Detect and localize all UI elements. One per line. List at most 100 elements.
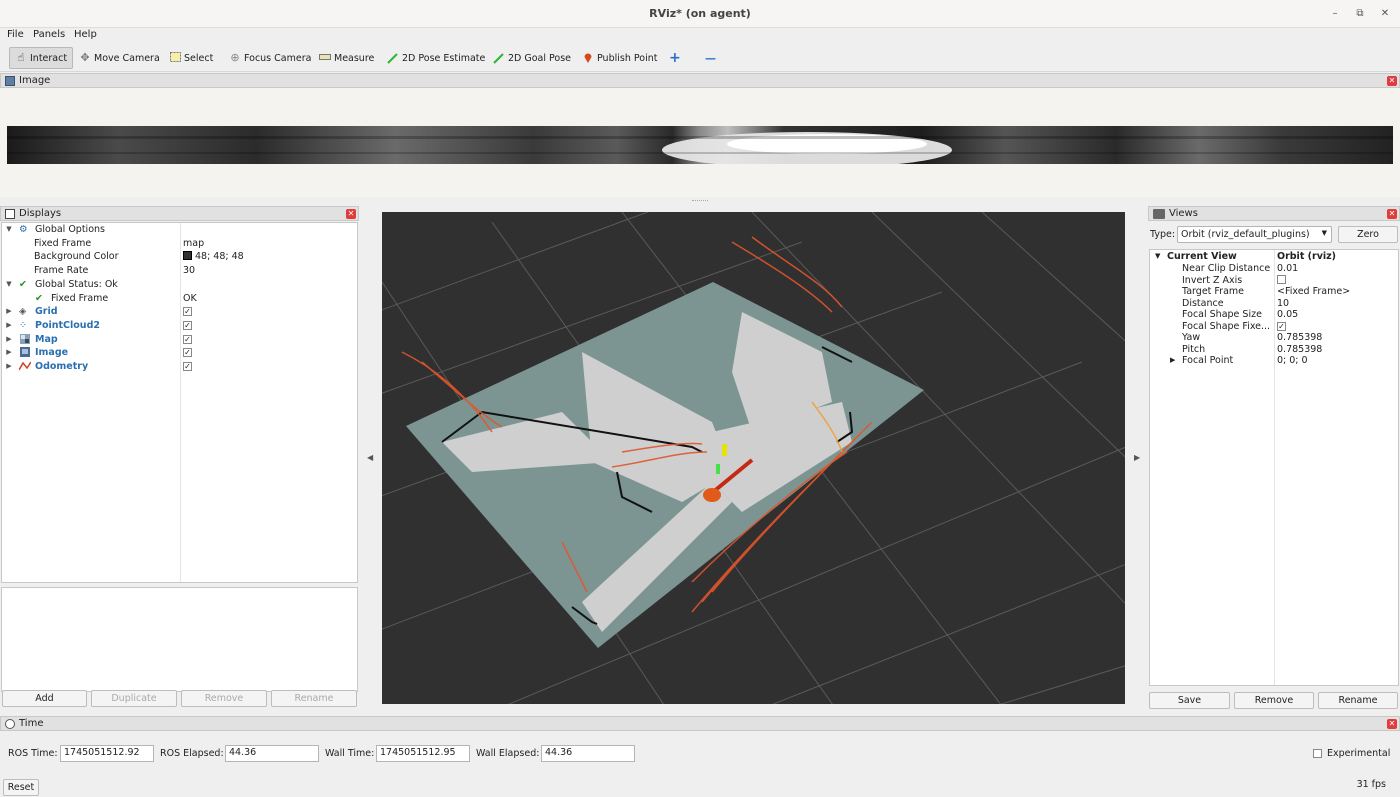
tree-row-yaw[interactable]: Yaw 0.785398 [1150, 332, 1398, 344]
collapse-arrow-icon[interactable]: ▶ [5, 335, 13, 343]
menu-file[interactable]: File [7, 29, 24, 40]
minimize-button[interactable]: – [1327, 6, 1343, 22]
collapse-left-arrow-icon[interactable]: ◀ [367, 453, 373, 462]
tree-row-current-view[interactable]: ▼ Current View Orbit (rviz) [1150, 251, 1398, 263]
view-type-select[interactable]: Orbit (rviz_default_plugins) ▼ [1177, 226, 1332, 243]
interact-tool-button[interactable]: ☝ Interact [9, 47, 74, 69]
add-display-button[interactable]: Add [2, 690, 87, 707]
focal-point-value[interactable]: 0; 0; 0 [1277, 355, 1308, 366]
tree-row-focal-point[interactable]: ▶ Focal Point 0; 0; 0 [1150, 355, 1398, 367]
collapse-arrow-icon[interactable]: ▶ [5, 321, 13, 329]
tree-row-target-frame[interactable]: Target Frame <Fixed Frame> [1150, 286, 1398, 298]
tree-row-focal-shape-size[interactable]: Focal Shape Size 0.05 [1150, 309, 1398, 321]
wall-time-field[interactable]: 1745051512.95 [376, 745, 470, 762]
menu-panels[interactable]: Panels [33, 29, 65, 40]
close-panel-icon[interactable]: ✕ [346, 209, 356, 219]
odometry-enabled-checkbox[interactable]: ✓ [183, 362, 192, 371]
frame-rate-label: Frame Rate [34, 265, 89, 276]
grid-enabled-checkbox[interactable]: ✓ [183, 307, 192, 316]
reset-button[interactable]: Reset [3, 779, 39, 796]
tree-row-image[interactable]: ▶ Image ✓ [2, 347, 357, 360]
collapse-arrow-icon[interactable]: ▶ [1170, 356, 1175, 364]
ros-elapsed-field[interactable]: 44.36 [225, 745, 319, 762]
expand-arrow-icon[interactable]: ▼ [5, 280, 13, 288]
map-enabled-checkbox[interactable]: ✓ [183, 335, 192, 344]
pose-estimate-tool-button[interactable]: 2D Pose Estimate [382, 47, 490, 69]
near-clip-value[interactable]: 0.01 [1277, 263, 1298, 274]
background-color-value[interactable]: 48; 48; 48 [183, 251, 244, 262]
expand-arrow-icon[interactable]: ▼ [5, 225, 13, 233]
collapse-arrow-icon[interactable]: ▶ [5, 307, 13, 315]
tree-row-map[interactable]: ▶ Map ✓ [2, 334, 357, 347]
displays-panel-title: Displays [19, 208, 62, 219]
image-enabled-checkbox[interactable]: ✓ [183, 348, 192, 357]
tree-row-background-color[interactable]: Background Color 48; 48; 48 [2, 251, 357, 264]
target-frame-value[interactable]: <Fixed Frame> [1277, 286, 1350, 297]
zero-view-button[interactable]: Zero [1338, 226, 1398, 243]
image-icon [20, 347, 30, 360]
scene-canvas[interactable] [382, 212, 1125, 704]
remove-view-button[interactable]: Remove [1234, 692, 1314, 709]
interact-label: Interact [30, 52, 68, 64]
tree-row-pointcloud2[interactable]: ▶ ⁘ PointCloud2 ✓ [2, 320, 357, 333]
tree-row-fixed-frame[interactable]: Fixed Frame map [2, 238, 357, 251]
tree-row-frame-rate[interactable]: Frame Rate 30 [2, 265, 357, 278]
frame-rate-value[interactable]: 30 [183, 265, 195, 276]
tree-row-odometry[interactable]: ▶ Odometry ✓ [2, 361, 357, 374]
distance-value[interactable]: 10 [1277, 298, 1289, 309]
move-camera-label: Move Camera [94, 52, 160, 64]
collapse-arrow-icon[interactable]: ▶ [5, 348, 13, 356]
collapse-arrow-icon[interactable]: ▶ [5, 362, 13, 370]
focal-shape-fixed-checkbox[interactable]: ✓ [1277, 321, 1286, 331]
views-panel: Views ✕ Type: Orbit (rviz_default_plugin… [1148, 206, 1400, 716]
pointcloud2-enabled-checkbox[interactable]: ✓ [183, 321, 192, 330]
ros-time-field[interactable]: 1745051512.92 [60, 745, 154, 762]
focus-camera-tool-button[interactable]: ⊕ Focus Camera [224, 47, 316, 69]
invert-z-checkbox[interactable] [1277, 274, 1286, 284]
tree-row-global-status[interactable]: ▼ ✔ Global Status: Ok [2, 279, 357, 292]
tree-row-focal-shape-fixed[interactable]: Focal Shape Fixe... ✓ [1150, 321, 1398, 333]
image-icon [5, 75, 15, 86]
fps-readout: 31 fps [1356, 779, 1386, 790]
experimental-checkbox[interactable] [1313, 749, 1322, 758]
select-label: Select [184, 52, 214, 64]
time-panel: Time ✕ ROS Time: 1745051512.92 ROS Elaps… [0, 716, 1400, 797]
publish-point-label: Publish Point [597, 52, 658, 64]
pitch-value[interactable]: 0.785398 [1277, 344, 1322, 355]
expand-arrow-icon[interactable]: ▼ [1155, 252, 1160, 260]
focal-shape-size-value[interactable]: 0.05 [1277, 309, 1298, 320]
tree-row-global-options[interactable]: ▼ ⚙ Global Options [2, 224, 357, 237]
wall-elapsed-field[interactable]: 44.36 [541, 745, 635, 762]
save-view-button[interactable]: Save [1149, 692, 1230, 709]
close-panel-icon[interactable]: ✕ [1387, 719, 1397, 729]
tree-row-near-clip[interactable]: Near Clip Distance 0.01 [1150, 263, 1398, 275]
goal-pose-tool-button[interactable]: 2D Goal Pose [488, 47, 576, 69]
tree-row-distance[interactable]: Distance 10 [1150, 298, 1398, 310]
menu-help[interactable]: Help [74, 29, 97, 40]
duplicate-display-button[interactable]: Duplicate [91, 690, 177, 707]
remove-display-button[interactable]: Remove [181, 690, 267, 707]
tree-row-invert-z[interactable]: Invert Z Axis [1150, 274, 1398, 287]
add-tool-button[interactable]: + [664, 47, 686, 69]
close-window-button[interactable]: ✕ [1377, 6, 1393, 22]
splitter-handle[interactable] [692, 200, 708, 203]
remove-tool-button[interactable]: — [700, 47, 721, 69]
tree-row-status-fixed-frame[interactable]: ✔ Fixed Frame OK [2, 293, 357, 306]
close-panel-icon[interactable]: ✕ [1387, 76, 1397, 86]
yaw-value[interactable]: 0.785398 [1277, 332, 1322, 343]
render-3d-view[interactable] [382, 212, 1125, 704]
tree-row-pitch[interactable]: Pitch 0.785398 [1150, 344, 1398, 356]
tree-row-grid[interactable]: ▶ ◈ Grid ✓ [2, 306, 357, 319]
maximize-button[interactable]: ⧉ [1352, 6, 1368, 22]
view-type-label: Type: [1150, 229, 1176, 240]
close-panel-icon[interactable]: ✕ [1387, 209, 1397, 219]
distance-label: Distance [1182, 297, 1224, 309]
measure-tool-button[interactable]: Measure [314, 47, 379, 69]
select-tool-button[interactable]: Select [164, 47, 218, 69]
rename-view-button[interactable]: Rename [1318, 692, 1398, 709]
rename-display-button[interactable]: Rename [271, 690, 357, 707]
collapse-right-arrow-icon[interactable]: ▶ [1134, 453, 1140, 462]
fixed-frame-value[interactable]: map [183, 238, 204, 249]
move-camera-tool-button[interactable]: ✥ Move Camera [74, 47, 165, 69]
publish-point-tool-button[interactable]: Publish Point [577, 47, 662, 69]
